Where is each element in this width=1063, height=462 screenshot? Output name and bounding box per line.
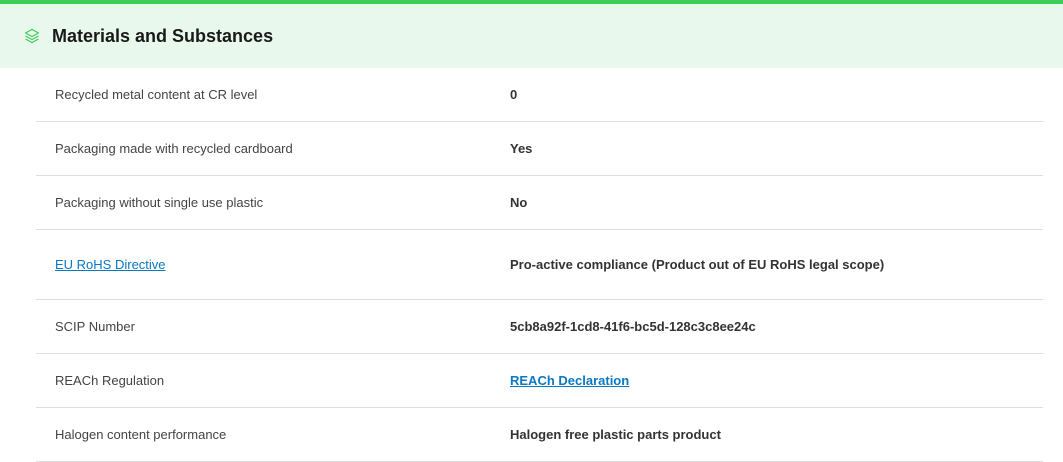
row-label: SCIP Number [55,319,135,334]
row-label-cell: EU RoHS Directive [36,257,510,272]
row-value: Pro-active compliance (Product out of EU… [510,257,885,272]
table-row: REACh Regulation REACh Declaration [36,354,1043,408]
row-label: Packaging without single use plastic [55,195,264,210]
table-row: EU RoHS Directive Pro-active compliance … [36,230,1043,300]
row-label: REACh Regulation [55,373,165,388]
properties-table: Recycled metal content at CR level 0 Pac… [36,68,1043,462]
scip-number-value: 5cb8a92f-1cd8-41f6-bc5d-128c3c8ee24c [510,319,756,334]
row-value: 0 [510,87,518,102]
reach-declaration-link[interactable]: REACh Declaration [510,373,629,388]
row-label: Recycled metal content at CR level [55,87,258,102]
table-row: SCIP Number 5cb8a92f-1cd8-41f6-bc5d-128c… [36,300,1043,354]
materials-panel: Materials and Substances Recycled metal … [0,0,1063,462]
section-title: Materials and Substances [52,25,274,46]
table-row: Recycled metal content at CR level 0 [36,68,1043,122]
row-label: Packaging made with recycled cardboard [55,141,293,156]
row-value: No [510,195,528,210]
section-header: Materials and Substances [0,4,1063,68]
row-value: Halogen free plastic parts product [510,427,721,442]
row-value-cell: REACh Declaration [510,372,930,389]
eu-rohs-directive-link[interactable]: EU RoHS Directive [55,257,166,272]
table-row: Packaging made with recycled cardboard Y… [36,122,1043,176]
table-row: Halogen content performance Halogen free… [36,408,1043,462]
layers-icon [24,28,40,44]
row-label: Halogen content performance [55,427,227,442]
table-row: Packaging without single use plastic No [36,176,1043,230]
row-value: Yes [510,141,533,156]
